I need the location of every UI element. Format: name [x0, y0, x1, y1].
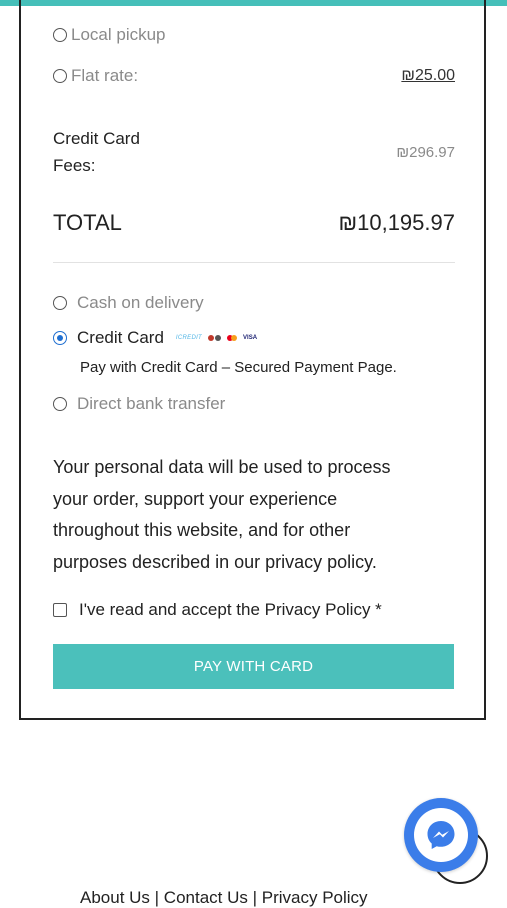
- order-total-row: TOTAL ₪10,195.97: [53, 210, 455, 236]
- total-label: TOTAL: [53, 210, 122, 235]
- flat-rate-label: Flat rate:: [71, 66, 139, 85]
- radio-checked-icon[interactable]: [53, 331, 67, 345]
- fees-label-line2: Fees:: [53, 156, 96, 175]
- direct-bank-transfer-label: Direct bank transfer: [77, 394, 226, 413]
- mastercard-logo: [227, 335, 238, 341]
- radio-icon[interactable]: [53, 28, 67, 42]
- payment-method-direct-bank-transfer[interactable]: Direct bank transfer: [53, 394, 455, 414]
- visa-logo: VISA: [243, 335, 258, 341]
- messenger-icon: [414, 808, 468, 862]
- credit-card-label: Credit Card: [77, 328, 164, 347]
- local-pickup-label: Local pickup: [71, 25, 166, 44]
- credit-card-fees-row: Credit Card Fees: ₪296.97: [53, 125, 455, 179]
- cash-on-delivery-label: Cash on delivery: [77, 293, 204, 312]
- fees-label-line1: Credit Card: [53, 129, 140, 148]
- icardit-logo: ICREDIT: [175, 335, 203, 341]
- shipping-option-flat-rate[interactable]: Flat rate: ₪25.00: [53, 66, 455, 86]
- privacy-accept-label[interactable]: I've read and accept the Privacy Policy …: [79, 600, 382, 620]
- divider: [53, 262, 455, 263]
- diners-logo: [208, 335, 222, 341]
- messenger-chat-button[interactable]: [404, 798, 478, 872]
- pay-with-card-button[interactable]: PAY WITH CARD: [53, 644, 454, 689]
- payment-method-credit-card[interactable]: Credit Card ICREDIT VISA: [53, 328, 455, 348]
- radio-icon[interactable]: [53, 296, 67, 310]
- footer-links[interactable]: About Us | Contact Us | Privacy Policy: [80, 888, 368, 908]
- checkbox-icon[interactable]: [53, 603, 67, 617]
- radio-icon[interactable]: [53, 397, 67, 411]
- card-logos: ICREDIT VISA: [176, 335, 257, 341]
- radio-icon[interactable]: [53, 69, 67, 83]
- total-value: ₪10,195.97: [338, 210, 455, 235]
- fees-value: ₪296.97: [396, 143, 455, 161]
- privacy-notice: Your personal data will be used to proce…: [53, 457, 391, 572]
- shipping-option-local-pickup[interactable]: Local pickup: [53, 25, 455, 45]
- flat-rate-price: ₪25.00: [401, 67, 455, 84]
- credit-card-description: Pay with Credit Card – Secured Payment P…: [80, 359, 397, 376]
- privacy-accept-row[interactable]: I've read and accept the Privacy Policy …: [53, 600, 455, 620]
- payment-method-cash-on-delivery[interactable]: Cash on delivery: [53, 293, 455, 313]
- fees-label: Credit Card Fees:: [53, 125, 140, 179]
